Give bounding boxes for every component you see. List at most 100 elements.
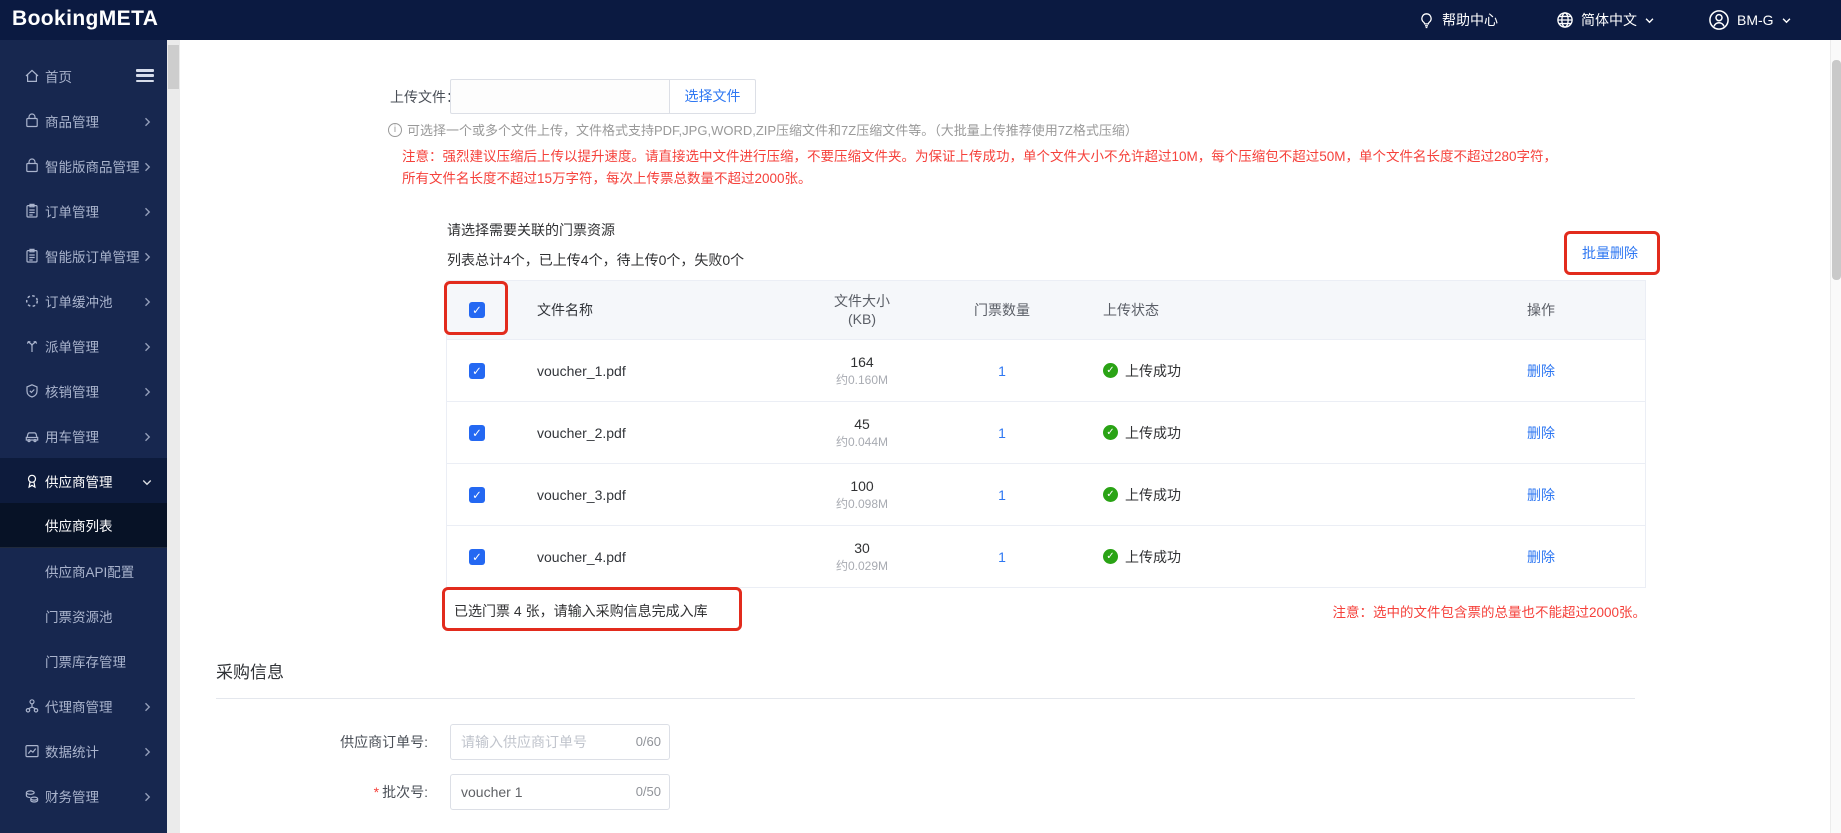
upload-filename-input[interactable]	[450, 79, 670, 114]
voucher-table: ✓ 文件名称 文件大小 (KB) 门票数量 上传状态 操作 ✓ voucher_…	[446, 280, 1646, 588]
delete-link[interactable]: 删除	[1527, 549, 1555, 565]
sidebar-item-dispatch[interactable]: 派单管理	[0, 323, 167, 368]
selected-tickets-note: 已选门票 4 张，请输入采购信息完成入库	[454, 603, 708, 619]
ticket-qty-link[interactable]: 1	[998, 549, 1006, 565]
batch-delete-link[interactable]: 批量删除	[1582, 243, 1638, 263]
file-size-m: 约0.160M	[835, 372, 889, 387]
success-check-icon: ✓	[1103, 487, 1118, 502]
app-logo: BookingMETA	[12, 7, 159, 30]
col-file-name: 文件名称	[537, 302, 593, 318]
file-name: voucher_3.pdf	[537, 486, 626, 503]
car-icon	[24, 428, 40, 444]
success-check-icon: ✓	[1103, 363, 1118, 378]
col-ticket-qty: 门票数量	[974, 302, 1030, 318]
row-checkbox[interactable]: ✓	[469, 424, 485, 441]
upload-warning-line1: 注意：强烈建议压缩后上传以提升速度。请直接选中文件进行压缩，不要压缩文件夹。为保…	[402, 149, 1558, 164]
sidebar-item-home[interactable]: 首页	[0, 53, 167, 98]
status-text: 上传成功	[1125, 548, 1181, 565]
top-bar: BookingMETA 帮助中心 简体中文 BM-G	[0, 0, 1841, 40]
sidebar-item-finance[interactable]: 财务管理	[0, 773, 167, 818]
success-check-icon: ✓	[1103, 425, 1118, 440]
chevron-right-icon	[141, 250, 153, 262]
status-text: 上传成功	[1125, 486, 1181, 503]
hamburger-icon[interactable]	[136, 69, 154, 82]
sidebar-subitem-supplier-api[interactable]: 供应商API配置	[0, 548, 167, 593]
row-checkbox[interactable]: ✓	[469, 486, 485, 503]
delete-link[interactable]: 删除	[1527, 425, 1555, 441]
supplier-order-label: 供应商订单号:	[340, 734, 428, 750]
shield-check-icon	[24, 383, 40, 399]
chevron-right-icon	[141, 205, 153, 217]
ticket-limit-note: 注意：选中的文件包含票的总量也不能超过2000张。	[1332, 605, 1646, 620]
sidebar-item-statistics[interactable]: 数据统计	[0, 728, 167, 773]
col-file-size-unit: (KB)	[848, 311, 876, 327]
row-checkbox[interactable]: ✓	[469, 362, 485, 379]
chevron-right-icon	[141, 790, 153, 802]
ticket-qty-link[interactable]: 1	[998, 425, 1006, 441]
lightbulb-icon	[1418, 12, 1435, 29]
page-scrollbar-thumb[interactable]	[1832, 60, 1841, 280]
table-row: ✓ voucher_1.pdf 164 约0.160M 1 ✓ 上传成功 删除	[447, 339, 1645, 401]
table-row: ✓ voucher_2.pdf 45 约0.044M 1 ✓ 上传成功 删除	[447, 401, 1645, 463]
sidebar-item-smart-orders[interactable]: 智能版订单管理	[0, 233, 167, 278]
sidebar-item-products[interactable]: 商品管理	[0, 98, 167, 143]
sidebar-item-verification[interactable]: 核销管理	[0, 368, 167, 413]
sidebar-scrollbar[interactable]	[167, 40, 180, 833]
chevron-right-icon	[141, 700, 153, 712]
sidebar-subitem-ticket-pool[interactable]: 门票资源池	[0, 593, 167, 638]
file-name: voucher_2.pdf	[537, 424, 626, 441]
purchase-section-title: 采购信息	[216, 663, 284, 682]
sidebar-subitem-supplier-list[interactable]: 供应商列表	[0, 503, 167, 548]
org-chart-icon	[24, 698, 40, 714]
sidebar-item-suppliers[interactable]: 供应商管理	[0, 458, 167, 503]
choose-file-button[interactable]: 选择文件	[669, 79, 756, 114]
file-size-m: 约0.044M	[835, 434, 889, 449]
sidebar-item-agents[interactable]: 代理商管理	[0, 683, 167, 728]
list-summary: 列表总计4个，已上传4个，待上传0个，失败0个	[447, 252, 745, 268]
sidebar-item-order-buffer[interactable]: 订单缓冲池	[0, 278, 167, 323]
batch-no-counter: 0/50	[635, 784, 661, 799]
chevron-right-icon	[141, 430, 153, 442]
user-label: BM-G	[1737, 12, 1774, 28]
chevron-down-icon	[1644, 15, 1655, 26]
home-icon	[24, 68, 40, 84]
language-switcher[interactable]: 简体中文	[1556, 0, 1655, 40]
file-size-m: 约0.098M	[835, 496, 889, 511]
chevron-right-icon	[141, 340, 153, 352]
ticket-qty-link[interactable]: 1	[998, 487, 1006, 503]
ticket-qty-link[interactable]: 1	[998, 363, 1006, 379]
sidebar-item-orders[interactable]: 订单管理	[0, 188, 167, 233]
page-scrollbar[interactable]	[1830, 40, 1841, 833]
batch-no-label: * 批次号:	[373, 784, 428, 800]
help-center-button[interactable]: 帮助中心	[1418, 0, 1498, 40]
bag-icon	[24, 157, 40, 174]
sidebar-scrollbar-thumb[interactable]	[168, 45, 179, 89]
file-name: voucher_1.pdf	[537, 362, 626, 379]
col-file-size: 文件大小	[834, 293, 890, 309]
table-row: ✓ voucher_4.pdf 30 约0.029M 1 ✓ 上传成功 删除	[447, 525, 1645, 587]
sidebar-subitem-ticket-stock[interactable]: 门票库存管理	[0, 638, 167, 683]
chevron-right-icon	[141, 385, 153, 397]
status-text: 上传成功	[1125, 424, 1181, 441]
delete-link[interactable]: 删除	[1527, 487, 1555, 503]
sidebar-item-smart-products[interactable]: 智能版商品管理	[0, 143, 167, 188]
avatar-icon	[1708, 9, 1730, 31]
chevron-right-icon	[141, 295, 153, 307]
select-all-checkbox[interactable]: ✓	[469, 302, 485, 318]
col-upload-status: 上传状态	[1103, 302, 1159, 318]
delete-link[interactable]: 删除	[1527, 363, 1555, 379]
file-name: voucher_4.pdf	[537, 548, 626, 565]
supplier-order-field: 0/60	[450, 724, 670, 760]
table-header-row: ✓ 文件名称 文件大小 (KB) 门票数量 上传状态 操作	[447, 281, 1645, 339]
main-content: 上传文件： 选择文件 i 可选择一个或多个文件上传，文件格式支持PDF,JPG,…	[180, 40, 1830, 833]
sidebar: 首页 商品管理 智能版商品管理 订单管理 智能版订单管理 订单缓冲池 派单管理 …	[0, 40, 167, 833]
batch-no-field: 0/50	[450, 774, 670, 810]
user-menu[interactable]: BM-G	[1708, 0, 1792, 40]
sidebar-item-vehicles[interactable]: 用车管理	[0, 413, 167, 458]
supplier-order-counter: 0/60	[635, 734, 661, 749]
line-chart-icon	[24, 743, 40, 759]
table-row: ✓ voucher_3.pdf 100 约0.098M 1 ✓ 上传成功 删除	[447, 463, 1645, 525]
file-size-m: 约0.029M	[835, 558, 889, 573]
file-size-kb: 100	[850, 477, 874, 494]
row-checkbox[interactable]: ✓	[469, 548, 485, 565]
